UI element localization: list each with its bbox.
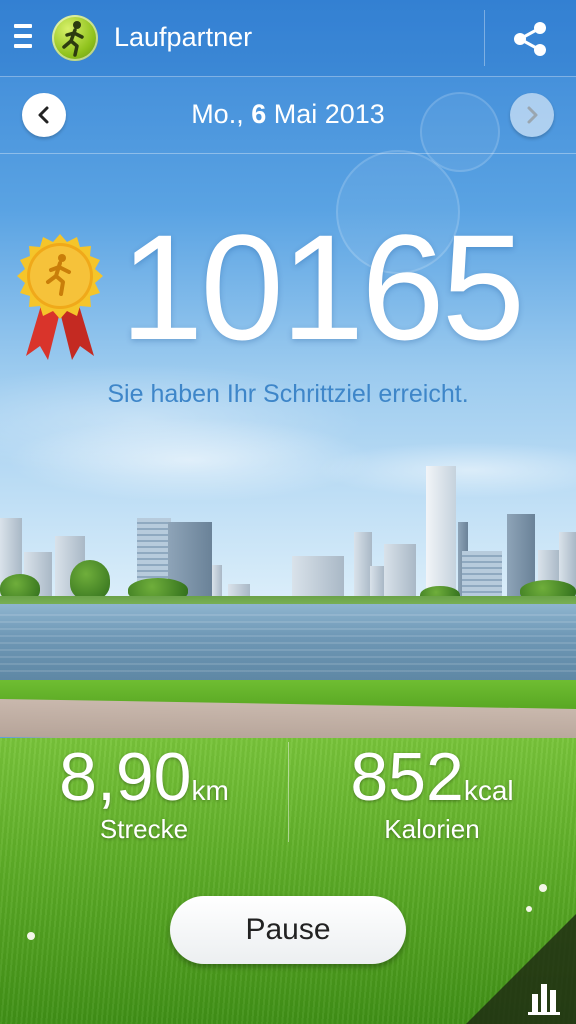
- chevron-right-icon: [527, 106, 538, 124]
- river: [0, 604, 576, 684]
- goal-medal-icon: [12, 232, 108, 362]
- distance-label: Strecke: [99, 814, 189, 844]
- pause-button[interactable]: Pause: [170, 896, 406, 964]
- calories-label: Kalorien: [384, 814, 480, 844]
- selected-date: Mo., 6 Mai 2013: [0, 99, 576, 130]
- flower: [27, 932, 35, 940]
- action-bar-divider: [484, 10, 485, 66]
- flower: [526, 906, 532, 912]
- calories-stat: 852kcal Kalorien: [288, 740, 576, 845]
- action-bar: Laufpartner: [0, 0, 576, 77]
- calories-unit: kcal: [463, 775, 514, 806]
- app-title: Laufpartner: [114, 22, 253, 52]
- date-day: 6: [251, 99, 267, 129]
- goal-reached-message: Sie haben Ihr Schrittziel erreicht.: [107, 380, 469, 408]
- distance-unit: km: [191, 775, 229, 806]
- share-icon[interactable]: [512, 20, 548, 58]
- step-count: 10165: [120, 203, 525, 371]
- next-day-button[interactable]: [510, 93, 554, 137]
- statistics-button[interactable]: [466, 914, 576, 1024]
- date-navigation: Mo., 6 Mai 2013: [0, 77, 576, 154]
- menu-icon[interactable]: [14, 24, 34, 52]
- distance-value: 8,90: [59, 739, 192, 815]
- date-prefix: Mo.,: [191, 99, 252, 129]
- calories-value: 852: [350, 739, 464, 815]
- pedometer-screen: Laufpartner Mo., 6 Mai 2013 10165 Sie ha…: [0, 0, 576, 1024]
- runner-app-icon[interactable]: [52, 15, 98, 61]
- date-suffix: Mai 2013: [266, 99, 385, 129]
- flower: [539, 884, 547, 892]
- distance-stat: 8,90km Strecke: [0, 740, 288, 845]
